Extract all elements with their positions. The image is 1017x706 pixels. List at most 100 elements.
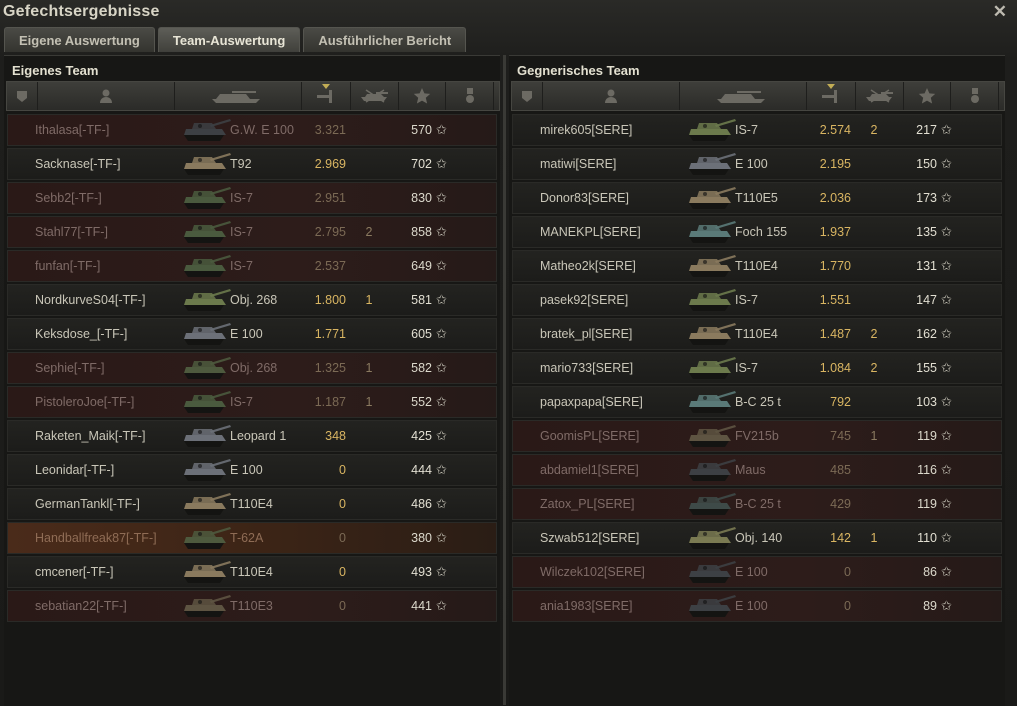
tab-bar: Eigene Auswertung Team-Auswertung Ausfüh… (4, 27, 467, 53)
own-player-row[interactable]: GermanTankl[-TF-] T110E4 0 486 ✩ (7, 488, 497, 520)
player-name: sebatian22[-TF-] (35, 599, 127, 613)
column-header-player[interactable] (38, 82, 175, 110)
player-name: GoomisPL[SERE] (540, 429, 640, 443)
player-name: matiwi[SERE] (540, 157, 617, 171)
enemy-player-row[interactable]: Zatox_PL[SERE] B-C 25 t 429 119 ✩ (512, 488, 1002, 520)
kills-value: 1 (365, 293, 373, 307)
column-header-xp-star[interactable] (904, 82, 951, 110)
tank-icon (180, 491, 232, 517)
player-name: Sacknase[-TF-] (35, 157, 121, 171)
vehicle-icon (715, 88, 771, 104)
damage-value: 2.951 (314, 191, 346, 205)
enemy-player-row[interactable]: Matheo2k[SERE] T110E4 1.770 131 ✩ (512, 250, 1002, 282)
damage-value: 485 (830, 463, 851, 477)
own-player-row[interactable]: PistoleroJoe[-TF-] IS-7 1.187 1 552 ✩ (7, 386, 497, 418)
xp-star-icon: ✩ (436, 530, 447, 545)
own-player-row[interactable]: Sebb2[-TF-] IS-7 2.951 830 ✩ (7, 182, 497, 214)
close-icon[interactable]: ✕ (993, 2, 1007, 22)
enemy-player-row[interactable]: MANEKPL[SERE] Foch 155 1.937 135 ✩ (512, 216, 1002, 248)
damage-value: 1.487 (819, 327, 851, 341)
own-player-row[interactable]: funfan[-TF-] IS-7 2.537 649 ✩ (7, 250, 497, 282)
enemy-player-row[interactable]: ania1983[SERE] E 100 0 89 ✩ (512, 590, 1002, 622)
enemy-player-row[interactable]: mario733[SERE] IS-7 1.084 2 155 ✩ (512, 352, 1002, 384)
column-header-squad[interactable] (7, 82, 38, 110)
kills-value: 1 (870, 429, 878, 443)
enemy-player-row[interactable]: GoomisPL[SERE] FV215b 745 1 119 ✩ (512, 420, 1002, 452)
enemy-player-row[interactable]: Wilczek102[SERE] E 100 0 86 ✩ (512, 556, 1002, 588)
enemy-player-row[interactable]: abdamiel1[SERE] Maus 485 116 ✩ (512, 454, 1002, 486)
kills-value: 2 (870, 123, 878, 137)
damage-value: 2.795 (314, 225, 346, 239)
tank-icon (180, 185, 232, 211)
tank-icon (180, 321, 232, 347)
column-header-squad[interactable] (512, 82, 543, 110)
own-player-row[interactable]: Leonidar[-TF-] E 100 0 444 ✩ (7, 454, 497, 486)
own-player-row[interactable]: Sephie[-TF-] Obj. 268 1.325 1 582 ✩ (7, 352, 497, 384)
tab-team-evaluation[interactable]: Team-Auswertung (157, 27, 301, 52)
xp-value: 425 (411, 429, 432, 443)
enemy-player-row[interactable]: Donor83[SERE] T110E5 2.036 173 ✩ (512, 182, 1002, 214)
xp-value: 830 (411, 191, 432, 205)
player-name: funfan[-TF-] (35, 259, 101, 273)
tank-icon (685, 491, 737, 517)
enemy-player-row[interactable]: pasek92[SERE] IS-7 1.551 147 ✩ (512, 284, 1002, 316)
own-player-row[interactable]: Sacknase[-TF-] T92 2.969 702 ✩ (7, 148, 497, 180)
xp-value: 116 (917, 463, 937, 477)
enemy-player-row[interactable]: papaxpapa[SERE] B-C 25 t 792 103 ✩ (512, 386, 1002, 418)
xp-value: 486 (411, 497, 432, 511)
player-icon (603, 88, 619, 104)
column-header-player[interactable] (543, 82, 680, 110)
damage-value: 0 (844, 599, 851, 613)
damage-value: 0 (844, 565, 851, 579)
squad-icon (14, 88, 30, 104)
tank-icon (685, 117, 737, 143)
enemy-player-row[interactable]: Szwab512[SERE] Obj. 140 142 1 110 ✩ (512, 522, 1002, 554)
own-player-row[interactable]: Ithalasa[-TF-] G.W. E 100 3.321 570 ✩ (7, 114, 497, 146)
vehicle-name: E 100 (230, 463, 263, 477)
own-player-row[interactable]: Stahl77[-TF-] IS-7 2.795 2 858 ✩ (7, 216, 497, 248)
xp-star-icon: ✩ (436, 462, 447, 477)
column-header-medal[interactable] (446, 82, 494, 110)
column-header-kills[interactable] (351, 82, 399, 110)
own-player-row[interactable]: cmcener[-TF-] T110E4 0 493 ✩ (7, 556, 497, 588)
player-icon (98, 88, 114, 104)
xp-value: 570 (411, 123, 432, 137)
column-header-vehicle[interactable] (680, 82, 807, 110)
own-player-row[interactable]: NordkurveS04[-TF-] Obj. 268 1.800 1 581 ✩ (7, 284, 497, 316)
player-name: cmcener[-TF-] (35, 565, 114, 579)
tab-own-evaluation[interactable]: Eigene Auswertung (4, 27, 155, 52)
own-player-row[interactable]: sebatian22[-TF-] T110E3 0 441 ✩ (7, 590, 497, 622)
tank-icon (685, 389, 737, 415)
medal-icon (463, 87, 477, 105)
player-name: Szwab512[SERE] (540, 531, 640, 545)
own-player-row[interactable]: Keksdose_[-TF-] E 100 1.771 605 ✩ (7, 318, 497, 350)
damage-value: 1.084 (819, 361, 851, 375)
xp-value: 131 (916, 259, 937, 273)
column-header-xp-star[interactable] (399, 82, 446, 110)
column-header-medal[interactable] (951, 82, 999, 110)
column-header-damage[interactable] (302, 82, 351, 110)
xp-star-icon: ✩ (941, 122, 952, 137)
enemy-player-row[interactable]: mirek605[SERE] IS-7 2.574 2 217 ✩ (512, 114, 1002, 146)
column-header-damage[interactable] (807, 82, 856, 110)
player-name: Sephie[-TF-] (35, 361, 105, 375)
enemy-player-row[interactable]: matiwi[SERE] E 100 2.195 150 ✩ (512, 148, 1002, 180)
vehicle-name: E 100 (735, 157, 768, 171)
tank-icon (685, 287, 737, 313)
vehicle-icon (210, 88, 266, 104)
vehicle-name: T110E4 (735, 327, 778, 341)
enemy-player-row[interactable]: bratek_pl[SERE] T110E4 1.487 2 162 ✩ (512, 318, 1002, 350)
kills-value: 1 (870, 531, 878, 545)
damage-value: 1.551 (819, 293, 851, 307)
column-header-vehicle[interactable] (175, 82, 302, 110)
damage-icon (820, 88, 842, 104)
xp-value: 86 (923, 565, 937, 579)
tank-icon (180, 593, 232, 619)
xp-star-icon: ✩ (941, 462, 952, 477)
tab-detailed-report[interactable]: Ausführlicher Bericht (303, 27, 467, 52)
own-player-row[interactable]: Raketen_Maik[-TF-] Leopard 1 348 425 ✩ (7, 420, 497, 452)
player-name: papaxpapa[SERE] (540, 395, 643, 409)
tank-icon (685, 423, 737, 449)
column-header-kills[interactable] (856, 82, 904, 110)
own-player-row[interactable]: Handballfreak87[-TF-] T-62A 0 380 ✩ (7, 522, 497, 554)
